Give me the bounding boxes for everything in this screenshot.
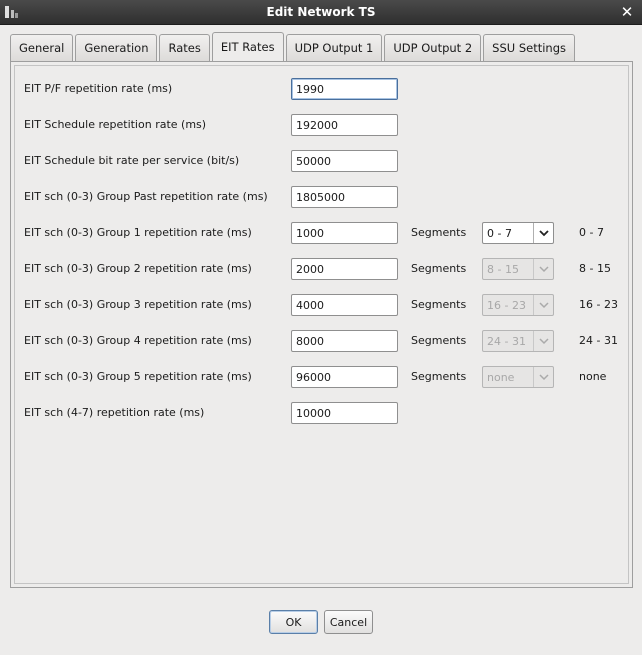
sch47-rate-label: EIT sch (4-7) repetition rate (ms) (24, 406, 205, 419)
schedule-rate-input[interactable] (291, 114, 398, 136)
group3-input[interactable] (291, 294, 398, 316)
tab-ssu-settings[interactable]: SSU Settings (483, 34, 575, 62)
pf-rate-input[interactable] (291, 78, 398, 100)
group4-input[interactable] (291, 330, 398, 352)
group5-input[interactable] (291, 366, 398, 388)
tab-general[interactable]: General (10, 34, 74, 62)
eit-rates-panel: EIT P/F repetition rate (ms) EIT Schedul… (10, 61, 633, 588)
group1-segments-value: 0 - 7 (487, 227, 512, 240)
ok-button[interactable]: OK (269, 610, 318, 634)
group2-segments-value: 8 - 15 (487, 263, 519, 276)
row-group2: EIT sch (0-3) Group 2 repetition rate (m… (11, 258, 634, 280)
group-past-label: EIT sch (0-3) Group Past repetition rate… (24, 190, 268, 203)
pf-rate-label: EIT P/F repetition rate (ms) (24, 82, 173, 95)
schedule-rate-label: EIT Schedule repetition rate (ms) (24, 118, 207, 131)
group4-label: EIT sch (0-3) Group 4 repetition rate (m… (24, 334, 252, 347)
group4-range: 24 - 31 (579, 334, 618, 347)
title-bar: Edit Network TS ✕ (0, 0, 642, 25)
chevron-down-icon (533, 295, 553, 315)
window-title: Edit Network TS (266, 5, 376, 19)
group5-label: EIT sch (0-3) Group 5 repetition rate (m… (24, 370, 252, 383)
group3-segments-select: 16 - 23 (482, 294, 554, 316)
chevron-down-icon[interactable] (533, 223, 553, 243)
group5-segments-label: Segments (411, 370, 467, 383)
cancel-button[interactable]: Cancel (324, 610, 373, 634)
chevron-down-icon (533, 259, 553, 279)
group2-segments-label: Segments (411, 262, 467, 275)
tab-generation[interactable]: Generation (75, 34, 158, 62)
schedule-bitrate-label: EIT Schedule bit rate per service (bit/s… (24, 154, 240, 167)
close-icon[interactable]: ✕ (618, 3, 636, 21)
group1-segments-select[interactable]: 0 - 7 (482, 222, 554, 244)
group4-segments-value: 24 - 31 (487, 335, 526, 348)
tab-eit-rates[interactable]: EIT Rates (211, 32, 284, 63)
sch47-rate-input[interactable] (291, 402, 398, 424)
group5-segments-value: none (487, 371, 515, 384)
row-group-past: EIT sch (0-3) Group Past repetition rate… (11, 186, 634, 208)
group3-segments-value: 16 - 23 (487, 299, 526, 312)
tab-bar: General Generation Rates EIT Rates UDP O… (10, 32, 577, 63)
group3-range: 16 - 23 (579, 298, 618, 311)
row-sch47-rate: EIT sch (4-7) repetition rate (ms) (11, 402, 634, 424)
row-group3: EIT sch (0-3) Group 3 repetition rate (m… (11, 294, 634, 316)
group2-range: 8 - 15 (579, 262, 611, 275)
tab-udp-output-2[interactable]: UDP Output 2 (384, 34, 482, 62)
tab-udp-output-1[interactable]: UDP Output 1 (285, 34, 383, 62)
group-past-input[interactable] (291, 186, 398, 208)
group2-label: EIT sch (0-3) Group 2 repetition rate (m… (24, 262, 252, 275)
group1-input[interactable] (291, 222, 398, 244)
chevron-down-icon (533, 367, 553, 387)
group5-segments-select: none (482, 366, 554, 388)
row-group4: EIT sch (0-3) Group 4 repetition rate (m… (11, 330, 634, 352)
row-group1: EIT sch (0-3) Group 1 repetition rate (m… (11, 222, 634, 244)
row-pf-rate: EIT P/F repetition rate (ms) (11, 78, 634, 100)
group4-segments-label: Segments (411, 334, 467, 347)
row-schedule-rate: EIT Schedule repetition rate (ms) (11, 114, 634, 136)
group1-segments-label: Segments (411, 226, 467, 239)
group3-segments-label: Segments (411, 298, 467, 311)
panel-frame (14, 65, 629, 584)
group4-segments-select: 24 - 31 (482, 330, 554, 352)
group2-input[interactable] (291, 258, 398, 280)
tab-rates[interactable]: Rates (159, 34, 210, 62)
group2-segments-select: 8 - 15 (482, 258, 554, 280)
group1-label: EIT sch (0-3) Group 1 repetition rate (m… (24, 226, 252, 239)
row-schedule-bitrate: EIT Schedule bit rate per service (bit/s… (11, 150, 634, 172)
group3-label: EIT sch (0-3) Group 3 repetition rate (m… (24, 298, 252, 311)
chevron-down-icon (533, 331, 553, 351)
group1-range: 0 - 7 (579, 226, 604, 239)
row-group5: EIT sch (0-3) Group 5 repetition rate (m… (11, 366, 634, 388)
schedule-bitrate-input[interactable] (291, 150, 398, 172)
group5-range: none (579, 370, 607, 383)
